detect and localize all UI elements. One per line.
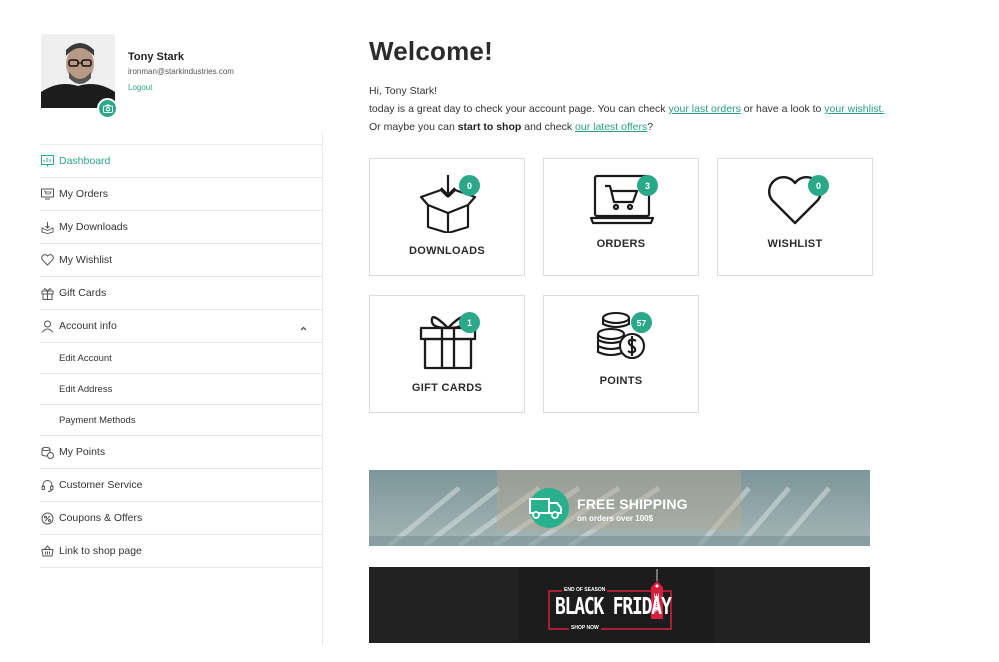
sidebar-subitem-payment-methods[interactable]: Payment Methods bbox=[40, 405, 323, 436]
chevron-up-icon[interactable] bbox=[300, 322, 307, 334]
sidebar-item-label: Dashboard bbox=[59, 155, 111, 167]
wishlist-card[interactable]: 0 WISHLIST bbox=[717, 158, 873, 276]
sidebar-item-label: My Orders bbox=[59, 188, 109, 200]
latest-offers-link[interactable]: our latest offers bbox=[575, 121, 647, 133]
downloads-icon bbox=[40, 220, 54, 234]
intro-text: ? bbox=[647, 121, 654, 133]
account-sidebar: Tony Stark ironman@starkindustries.com L… bbox=[40, 34, 323, 646]
sidebar-item-account-info[interactable]: Account info bbox=[40, 310, 323, 343]
wishlist-card-label: WISHLIST bbox=[767, 238, 823, 250]
sidebar-subitem-edit-account[interactable]: Edit Account bbox=[40, 343, 323, 374]
sidebar-item-label: Link to shop page bbox=[59, 545, 142, 557]
downloads-card[interactable]: 0 DOWNLOADS bbox=[369, 158, 525, 276]
orders-card-label: ORDERS bbox=[596, 238, 646, 250]
profile-name: Tony Stark bbox=[128, 51, 185, 63]
account-menu: Dashboard My Orders My Downloads My Wish… bbox=[40, 145, 323, 568]
gift-icon bbox=[40, 286, 54, 300]
sidebar-item-label: Edit Account bbox=[59, 352, 112, 364]
logout-link[interactable]: Logout bbox=[128, 83, 152, 92]
sidebar-item-gift-cards[interactable]: Gift Cards bbox=[40, 277, 323, 310]
start-to-shop-text: start to shop bbox=[457, 121, 522, 133]
headset-icon bbox=[40, 478, 54, 492]
sidebar-item-label: Coupons & Offers bbox=[59, 512, 143, 524]
sidebar-item-wishlist[interactable]: My Wishlist bbox=[40, 244, 323, 277]
coins-icon bbox=[40, 445, 54, 459]
intro-text: today is a great day to check your accou… bbox=[369, 103, 669, 115]
welcome-message: Hi, Tony Stark! today is a great day to … bbox=[369, 82, 884, 136]
change-avatar-camera-icon[interactable] bbox=[97, 98, 118, 119]
intro-text: and check bbox=[521, 121, 576, 133]
black-friday-banner[interactable]: END OF SEASON BLACK FRIDAY SHOP NOW SALE bbox=[369, 567, 870, 643]
black-friday-shop-now: SHOP NOW bbox=[569, 625, 601, 631]
free-shipping-banner[interactable]: FREE SHIPPING on orders over 100$ bbox=[369, 470, 870, 546]
sidebar-item-label: Customer Service bbox=[59, 479, 143, 491]
sidebar-item-dashboard[interactable]: Dashboard bbox=[40, 145, 323, 178]
gift-cards-card-label: GIFT CARDS bbox=[411, 382, 483, 394]
sidebar-item-label: My Wishlist bbox=[59, 254, 113, 266]
page-title: Welcome! bbox=[369, 36, 493, 66]
sidebar-item-shop-link[interactable]: Link to shop page bbox=[40, 535, 323, 568]
downloads-count-badge: 0 bbox=[459, 175, 480, 196]
greeting-text: Hi, Tony Stark! bbox=[369, 85, 438, 97]
gift-cards-count-badge: 1 bbox=[459, 312, 480, 333]
gift-cards-card[interactable]: 1 GIFT CARDS bbox=[369, 295, 525, 413]
wishlist-count-badge: 0 bbox=[808, 175, 829, 196]
intro-text: Or maybe you can bbox=[369, 121, 458, 133]
intro-line-3: Or maybe you can start to shop and check… bbox=[369, 118, 884, 136]
points-count-badge: 57 bbox=[631, 312, 652, 333]
user-icon bbox=[40, 319, 54, 333]
sidebar-item-label: My Downloads bbox=[59, 221, 128, 233]
free-shipping-title: FREE SHIPPING bbox=[577, 496, 688, 512]
sidebar-subitem-edit-address[interactable]: Edit Address bbox=[40, 374, 323, 405]
points-card-label: POINTS bbox=[599, 375, 643, 387]
intro-line-2: today is a great day to check your accou… bbox=[369, 100, 884, 118]
black-friday-top-text: END OF SEASON bbox=[562, 587, 608, 593]
profile-block: Tony Stark ironman@starkindustries.com L… bbox=[40, 34, 323, 144]
orders-card[interactable]: 3 ORDERS bbox=[543, 158, 699, 276]
sidebar-item-points[interactable]: My Points bbox=[40, 436, 323, 469]
sidebar-item-customer-service[interactable]: Customer Service bbox=[40, 469, 323, 502]
profile-email: ironman@starkindustries.com bbox=[128, 67, 234, 76]
sidebar-item-label: Account info bbox=[59, 320, 117, 332]
orders-count-badge: 3 bbox=[637, 175, 658, 196]
heart-icon bbox=[40, 253, 54, 267]
basket-icon bbox=[40, 544, 54, 558]
coupon-icon bbox=[40, 511, 54, 525]
sidebar-item-label: Gift Cards bbox=[59, 287, 107, 299]
sale-tag-text: SALE bbox=[653, 593, 661, 612]
last-orders-link[interactable]: your last orders bbox=[668, 103, 740, 115]
intro-text: or have a look to bbox=[740, 103, 825, 115]
sidebar-item-label: Edit Address bbox=[59, 383, 113, 395]
sidebar-item-coupons[interactable]: Coupons & Offers bbox=[40, 502, 323, 535]
free-shipping-subtitle: on orders over 100$ bbox=[577, 514, 654, 523]
sidebar-item-label: Payment Methods bbox=[59, 414, 136, 426]
downloads-card-label: DOWNLOADS bbox=[408, 245, 486, 257]
wishlist-link[interactable]: your wishlist. bbox=[824, 103, 884, 115]
sidebar-item-label: My Points bbox=[59, 446, 106, 458]
points-card[interactable]: 57 POINTS bbox=[543, 295, 699, 413]
avatar bbox=[41, 34, 115, 108]
sidebar-item-orders[interactable]: My Orders bbox=[40, 178, 323, 211]
orders-icon bbox=[40, 187, 54, 201]
dashboard-icon bbox=[40, 154, 54, 168]
sidebar-item-downloads[interactable]: My Downloads bbox=[40, 211, 323, 244]
